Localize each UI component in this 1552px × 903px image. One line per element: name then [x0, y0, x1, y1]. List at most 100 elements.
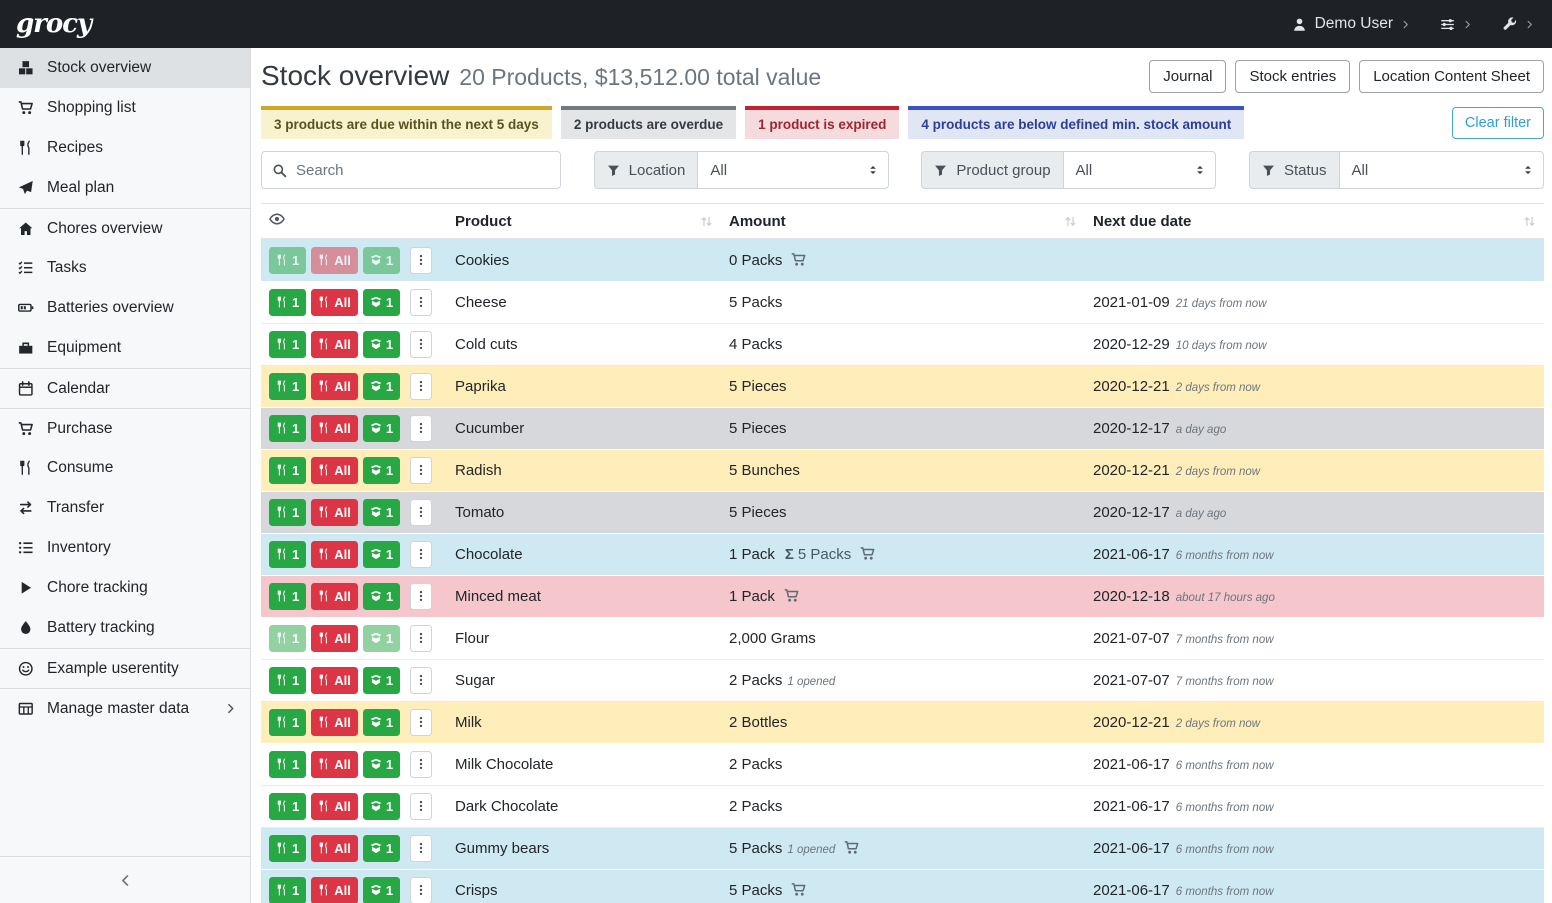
- consume-all-button[interactable]: All: [311, 331, 358, 358]
- user-menu[interactable]: Demo User: [1292, 15, 1410, 33]
- open-one-button[interactable]: 1: [363, 373, 400, 400]
- location-filter-select[interactable]: All: [697, 151, 888, 189]
- open-one-button[interactable]: 1: [363, 415, 400, 442]
- status-filter[interactable]: Status All: [1249, 151, 1544, 189]
- consume-all-button[interactable]: All: [311, 373, 358, 400]
- open-one-button[interactable]: 1: [363, 877, 400, 903]
- product-group-filter-select[interactable]: All: [1063, 151, 1217, 189]
- consume-one-button[interactable]: 1: [269, 667, 306, 694]
- stock-entries-button[interactable]: Stock entries: [1235, 60, 1350, 93]
- consume-one-button[interactable]: 1: [269, 709, 306, 736]
- row-menu-button[interactable]: [410, 583, 432, 610]
- row-menu-button[interactable]: [410, 667, 432, 694]
- row-menu-button[interactable]: [410, 373, 432, 400]
- row-menu-button[interactable]: [410, 247, 432, 274]
- consume-one-button[interactable]: 1: [269, 877, 306, 903]
- open-one-button[interactable]: 1: [363, 499, 400, 526]
- consume-one-button[interactable]: 1: [269, 751, 306, 778]
- consume-all-button[interactable]: All: [311, 457, 358, 484]
- consume-all-button[interactable]: All: [311, 499, 358, 526]
- open-one-button[interactable]: 1: [363, 835, 400, 862]
- status-banner[interactable]: 2 products are overdue: [561, 106, 736, 139]
- consume-one-button[interactable]: 1: [269, 793, 306, 820]
- clear-filter-button[interactable]: Clear filter: [1452, 107, 1544, 139]
- sidebar-item-manage-master-data[interactable]: Manage master data: [0, 688, 250, 728]
- consume-all-button[interactable]: All: [311, 247, 358, 274]
- sidebar-item-calendar[interactable]: Calendar: [0, 368, 250, 408]
- brand-logo[interactable]: grocy: [16, 9, 91, 39]
- consume-one-button[interactable]: 1: [269, 541, 306, 568]
- sidebar-item-stock-overview[interactable]: Stock overview: [0, 48, 250, 88]
- consume-all-button[interactable]: All: [311, 709, 358, 736]
- sidebar-item-tasks[interactable]: Tasks: [0, 248, 250, 288]
- consume-all-button[interactable]: All: [311, 289, 358, 316]
- open-one-button[interactable]: 1: [363, 625, 400, 652]
- row-menu-button[interactable]: [410, 709, 432, 736]
- open-one-button[interactable]: 1: [363, 541, 400, 568]
- consume-all-button[interactable]: All: [311, 667, 358, 694]
- open-one-button[interactable]: 1: [363, 751, 400, 778]
- open-one-button[interactable]: 1: [363, 331, 400, 358]
- sidebar-item-chores-overview[interactable]: Chores overview: [0, 208, 250, 248]
- open-one-button[interactable]: 1: [363, 583, 400, 610]
- row-menu-button[interactable]: [410, 835, 432, 862]
- row-menu-button[interactable]: [410, 625, 432, 652]
- consume-one-button[interactable]: 1: [269, 331, 306, 358]
- row-menu-button[interactable]: [410, 751, 432, 778]
- sidebar-item-chore-tracking[interactable]: Chore tracking: [0, 568, 250, 608]
- amount-column-header[interactable]: Amount: [721, 204, 1085, 240]
- consume-all-button[interactable]: All: [311, 583, 358, 610]
- sidebar-collapse-button[interactable]: [0, 856, 250, 903]
- product-column-header[interactable]: Product: [447, 204, 721, 240]
- eye-icon[interactable]: [269, 211, 285, 227]
- sidebar-item-battery-tracking[interactable]: Battery tracking: [0, 608, 250, 648]
- row-menu-button[interactable]: [410, 289, 432, 316]
- status-banner[interactable]: 3 products are due within the next 5 day…: [261, 106, 552, 139]
- row-menu-button[interactable]: [410, 457, 432, 484]
- open-one-button[interactable]: 1: [363, 289, 400, 316]
- consume-one-button[interactable]: 1: [269, 835, 306, 862]
- sidebar-item-recipes[interactable]: Recipes: [0, 128, 250, 168]
- status-banner[interactable]: 1 product is expired: [745, 106, 899, 139]
- row-menu-button[interactable]: [410, 499, 432, 526]
- location-content-sheet-button[interactable]: Location Content Sheet: [1359, 60, 1544, 93]
- consume-all-button[interactable]: All: [311, 751, 358, 778]
- sidebar-item-batteries-overview[interactable]: Batteries overview: [0, 288, 250, 328]
- consume-all-button[interactable]: All: [311, 415, 358, 442]
- sidebar-item-meal-plan[interactable]: Meal plan: [0, 168, 250, 208]
- consume-one-button[interactable]: 1: [269, 289, 306, 316]
- row-menu-button[interactable]: [410, 793, 432, 820]
- consume-one-button[interactable]: 1: [269, 415, 306, 442]
- consume-all-button[interactable]: All: [311, 877, 358, 903]
- consume-one-button[interactable]: 1: [269, 247, 306, 274]
- status-banner[interactable]: 4 products are below defined min. stock …: [908, 106, 1244, 139]
- sidebar-item-equipment[interactable]: Equipment: [0, 328, 250, 368]
- row-menu-button[interactable]: [410, 331, 432, 358]
- open-one-button[interactable]: 1: [363, 667, 400, 694]
- consume-all-button[interactable]: All: [311, 541, 358, 568]
- settings-menu[interactable]: [1440, 17, 1472, 32]
- consume-one-button[interactable]: 1: [269, 499, 306, 526]
- consume-one-button[interactable]: 1: [269, 373, 306, 400]
- location-filter[interactable]: Location All: [594, 151, 889, 189]
- consume-one-button[interactable]: 1: [269, 457, 306, 484]
- sidebar-item-purchase[interactable]: Purchase: [0, 408, 250, 448]
- status-filter-select[interactable]: All: [1339, 151, 1544, 189]
- consume-all-button[interactable]: All: [311, 793, 358, 820]
- sidebar-item-inventory[interactable]: Inventory: [0, 528, 250, 568]
- open-one-button[interactable]: 1: [363, 793, 400, 820]
- sidebar-item-example-userentity[interactable]: Example userentity: [0, 648, 250, 688]
- search-input[interactable]: [296, 162, 550, 179]
- open-one-button[interactable]: 1: [363, 247, 400, 274]
- product-group-filter[interactable]: Product group All: [921, 151, 1216, 189]
- row-menu-button[interactable]: [410, 415, 432, 442]
- sidebar-item-transfer[interactable]: Transfer: [0, 488, 250, 528]
- consume-all-button[interactable]: All: [311, 835, 358, 862]
- consume-one-button[interactable]: 1: [269, 625, 306, 652]
- row-menu-button[interactable]: [410, 541, 432, 568]
- open-one-button[interactable]: 1: [363, 709, 400, 736]
- sidebar-item-shopping-list[interactable]: Shopping list: [0, 88, 250, 128]
- row-menu-button[interactable]: [410, 877, 432, 903]
- column-visibility-header[interactable]: [261, 204, 447, 240]
- journal-button[interactable]: Journal: [1149, 60, 1226, 93]
